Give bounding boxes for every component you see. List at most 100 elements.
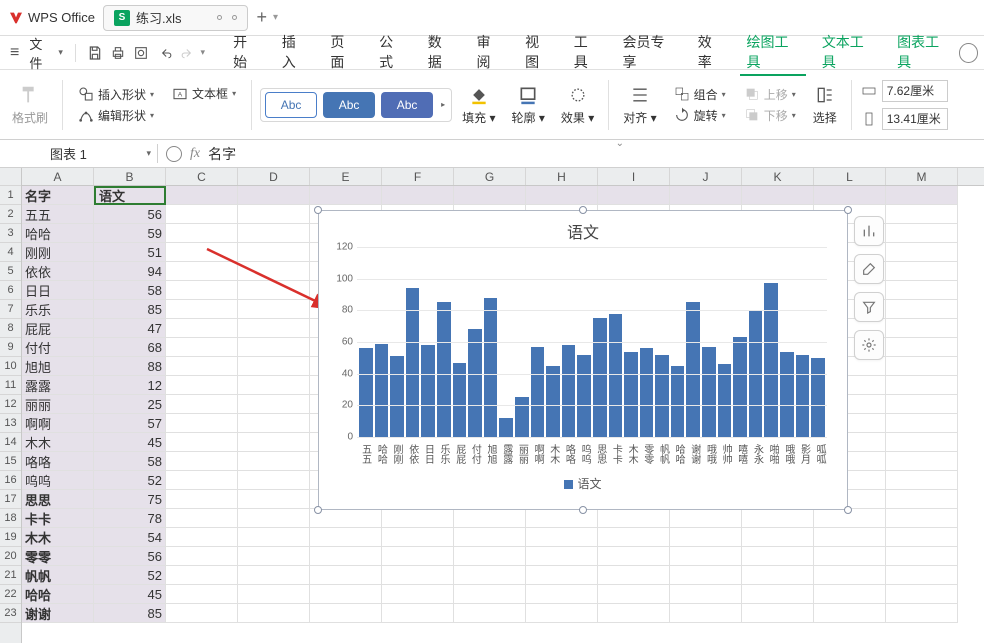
col-header-D[interactable]: D <box>238 168 310 185</box>
shape-height-input[interactable]: 13.41厘米 <box>860 108 948 130</box>
chart-bar[interactable] <box>811 358 825 437</box>
chart-bar[interactable] <box>702 347 716 437</box>
text-box-button[interactable]: A 文本框▾ <box>169 84 239 103</box>
cell[interactable]: 日日 <box>22 281 94 300</box>
chart-settings-button[interactable] <box>854 330 884 360</box>
cell[interactable]: 25 <box>94 395 166 414</box>
cell[interactable]: 47 <box>94 319 166 338</box>
cell[interactable]: 旭旭 <box>22 357 94 376</box>
cell[interactable]: 咯咯 <box>22 452 94 471</box>
row-header[interactable]: 7 <box>0 300 21 319</box>
chart-bar[interactable] <box>546 366 560 437</box>
cell[interactable]: 52 <box>94 566 166 585</box>
chart-plot-area[interactable]: 020406080100120 <box>357 247 827 437</box>
fx-icon[interactable]: fx <box>190 146 200 162</box>
chart-bar[interactable] <box>593 318 607 437</box>
cell[interactable]: 木木 <box>22 528 94 547</box>
select-button[interactable]: 选择 <box>807 81 843 128</box>
menu-member[interactable]: 会员专享 <box>616 30 681 76</box>
chart-legend[interactable]: 语文 <box>319 469 847 492</box>
row-header[interactable]: 18 <box>0 509 21 528</box>
row-header[interactable]: 3 <box>0 224 21 243</box>
rotate-button[interactable]: 旋转▾ <box>671 106 729 125</box>
fill-button[interactable]: 填充 ▾ <box>456 81 501 128</box>
cell[interactable]: 思思 <box>22 490 94 509</box>
cell[interactable]: 屁屁 <box>22 319 94 338</box>
chart-bar[interactable] <box>780 352 794 438</box>
menu-formula[interactable]: 公式 <box>373 30 412 76</box>
col-header-K[interactable]: K <box>742 168 814 185</box>
chevron-down-icon[interactable]: ▾ <box>273 12 278 23</box>
menu-drawing-tools[interactable]: 绘图工具 <box>740 30 805 76</box>
qat-more-icon[interactable]: ▾ <box>201 47 206 58</box>
chart-bar[interactable] <box>421 345 435 437</box>
chart-bar[interactable] <box>468 329 482 437</box>
undo-icon[interactable] <box>154 42 175 64</box>
cell[interactable]: 哈哈 <box>22 224 94 243</box>
row-header[interactable]: 11 <box>0 376 21 395</box>
file-menu[interactable]: 文件▾ <box>25 32 67 74</box>
table-row[interactable]: 名字 语文 <box>22 186 984 205</box>
row-header[interactable]: 12 <box>0 395 21 414</box>
menu-text-tools[interactable]: 文本工具 <box>816 30 881 76</box>
col-header-H[interactable]: H <box>526 168 598 185</box>
row-header[interactable]: 9 <box>0 338 21 357</box>
cell[interactable]: 58 <box>94 281 166 300</box>
style-swatch-1[interactable]: Abc <box>265 92 317 118</box>
menu-chart-tools[interactable]: 图表工具 <box>891 30 956 76</box>
row-header[interactable]: 17 <box>0 490 21 509</box>
chart-bar[interactable] <box>764 283 778 437</box>
chart-bar[interactable] <box>640 348 654 437</box>
cell[interactable]: 五五 <box>22 205 94 224</box>
resize-handle[interactable] <box>844 206 852 214</box>
search-icon[interactable] <box>959 43 978 63</box>
align-button[interactable]: 对齐 ▾ <box>617 81 662 128</box>
cell[interactable]: 52 <box>94 471 166 490</box>
menu-tools[interactable]: 工具 <box>568 30 607 76</box>
print-icon[interactable] <box>107 42 128 64</box>
cell[interactable]: 75 <box>94 490 166 509</box>
resize-handle[interactable] <box>579 206 587 214</box>
row-header[interactable]: 23 <box>0 604 21 623</box>
cell[interactable]: 啊啊 <box>22 414 94 433</box>
row-header[interactable]: 21 <box>0 566 21 585</box>
hamburger-icon[interactable]: ≡ <box>6 44 23 62</box>
cell[interactable]: 刚刚 <box>22 243 94 262</box>
style-more-icon[interactable]: ▸ <box>439 100 447 109</box>
cell[interactable]: 呜呜 <box>22 471 94 490</box>
cell[interactable]: 94 <box>94 262 166 281</box>
outline-button[interactable]: 轮廓 ▾ <box>505 81 550 128</box>
cell[interactable]: 57 <box>94 414 166 433</box>
menu-efficiency[interactable]: 效率 <box>692 30 731 76</box>
cell[interactable]: 依依 <box>22 262 94 281</box>
menu-review[interactable]: 审阅 <box>470 30 509 76</box>
col-header-E[interactable]: E <box>310 168 382 185</box>
chart-bar[interactable] <box>437 302 451 437</box>
chart-bar[interactable] <box>733 337 747 437</box>
table-row[interactable]: 哈哈45 <box>22 585 984 604</box>
cell[interactable]: 哈哈 <box>22 585 94 604</box>
cell[interactable]: 51 <box>94 243 166 262</box>
row-header[interactable]: 15 <box>0 452 21 471</box>
chart-bar[interactable] <box>390 356 404 437</box>
chart-title[interactable]: 语文 <box>319 211 847 247</box>
redo-icon[interactable] <box>177 42 198 64</box>
style-swatch-2[interactable]: Abc <box>323 92 375 118</box>
cell[interactable]: 露露 <box>22 376 94 395</box>
cell-A1[interactable]: 名字 <box>22 186 94 205</box>
chart-bar[interactable] <box>484 298 498 437</box>
col-header-B[interactable]: B <box>94 168 166 185</box>
row-header[interactable]: 8 <box>0 319 21 338</box>
cell[interactable]: 乐乐 <box>22 300 94 319</box>
cell[interactable]: 丽丽 <box>22 395 94 414</box>
chart-bar[interactable] <box>375 344 389 437</box>
cell[interactable]: 68 <box>94 338 166 357</box>
ribbon-expand-icon[interactable]: ⌄ <box>616 138 624 149</box>
chart-bar[interactable] <box>499 418 513 437</box>
cell[interactable]: 56 <box>94 547 166 566</box>
table-row[interactable]: 谢谢85 <box>22 604 984 623</box>
col-header-A[interactable]: A <box>22 168 94 185</box>
insert-shape-button[interactable]: 插入形状▾ <box>75 85 157 104</box>
table-row[interactable]: 零零56 <box>22 547 984 566</box>
chart-bar[interactable] <box>655 355 669 437</box>
